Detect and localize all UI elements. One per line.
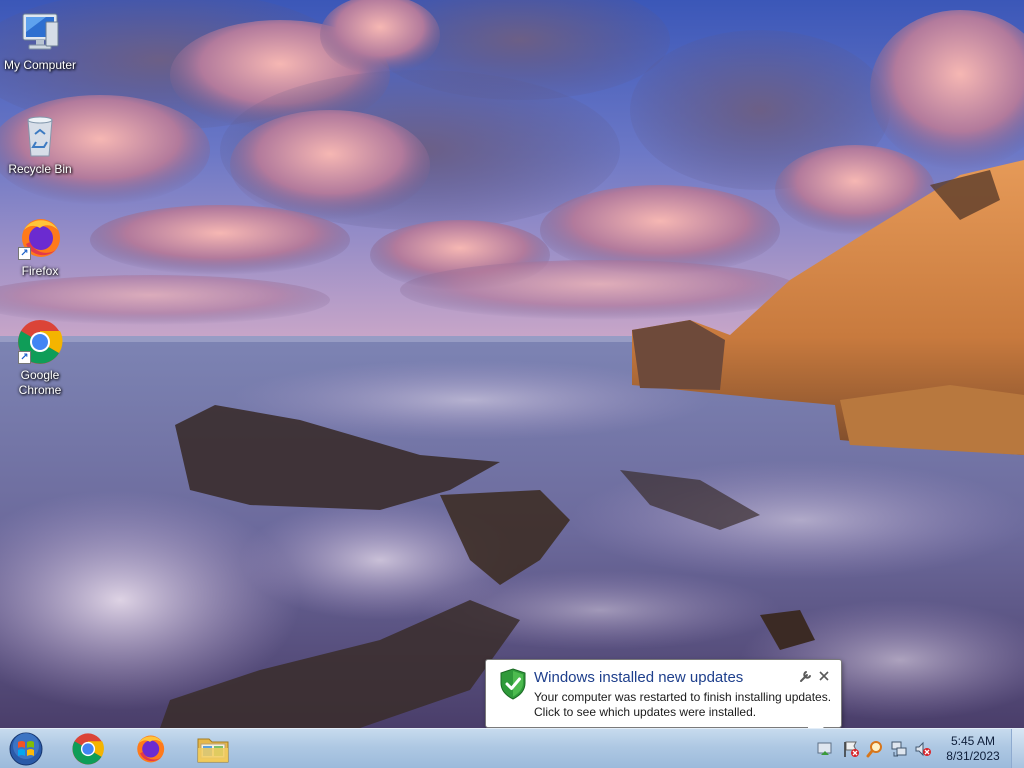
desktop-icon-label: Firefox xyxy=(21,264,59,278)
desktop-icon-firefox[interactable]: ↗ Firefox xyxy=(0,214,80,279)
show-desktop-button[interactable] xyxy=(1011,729,1024,768)
desktop-icon-google-chrome[interactable]: ↗ Google Chrome xyxy=(0,318,80,398)
taskbar-app-chrome[interactable] xyxy=(58,731,118,767)
search-magnifier-icon[interactable] xyxy=(866,740,884,758)
recycle-bin-icon xyxy=(16,112,64,160)
chrome-icon: ↗ xyxy=(16,318,64,366)
desktop-icon-label: Google Chrome xyxy=(18,368,62,397)
shield-check-icon xyxy=(499,668,527,700)
wrench-icon[interactable] xyxy=(799,669,813,683)
windows-start-icon xyxy=(9,732,43,766)
system-tray: 5:45 AM 8/31/2023 xyxy=(812,729,1022,768)
desktop-icon-my-computer[interactable]: My Computer xyxy=(0,8,80,73)
desktop-icon-label: My Computer xyxy=(3,58,77,72)
windows-update-icon[interactable] xyxy=(816,740,834,758)
folder-icon xyxy=(197,738,229,763)
network-icon[interactable] xyxy=(890,740,908,758)
firefox-icon xyxy=(137,735,165,763)
close-icon[interactable] xyxy=(817,669,831,683)
taskbar: 5:45 AM 8/31/2023 xyxy=(0,728,1024,768)
shortcut-arrow-icon: ↗ xyxy=(18,351,31,364)
desktop-wallpaper xyxy=(0,0,1024,728)
desktop-icon-recycle-bin[interactable]: Recycle Bin xyxy=(0,112,80,177)
desktop-icon-label: Recycle Bin xyxy=(8,162,72,176)
taskbar-clock[interactable]: 5:45 AM 8/31/2023 xyxy=(942,734,1004,764)
computer-icon xyxy=(16,8,64,56)
chrome-icon xyxy=(72,733,104,765)
firefox-icon: ↗ xyxy=(16,214,64,262)
notification-title: Windows installed new updates xyxy=(534,669,744,686)
windows-start-button[interactable] xyxy=(5,731,47,767)
volume-muted-icon[interactable] xyxy=(914,740,932,758)
shortcut-arrow-icon: ↗ xyxy=(18,247,31,260)
clock-time: 5:45 AM xyxy=(950,734,996,748)
clock-date: 8/31/2023 xyxy=(946,749,1000,763)
update-notification-balloon[interactable]: Windows installed new updates Your compu… xyxy=(485,659,842,741)
notification-body: Your computer was restarted to finish in… xyxy=(534,690,832,719)
taskbar-app-firefox[interactable] xyxy=(120,731,180,767)
action-center-flag-icon[interactable] xyxy=(842,740,860,758)
taskbar-app-windows-explorer[interactable] xyxy=(183,731,243,767)
